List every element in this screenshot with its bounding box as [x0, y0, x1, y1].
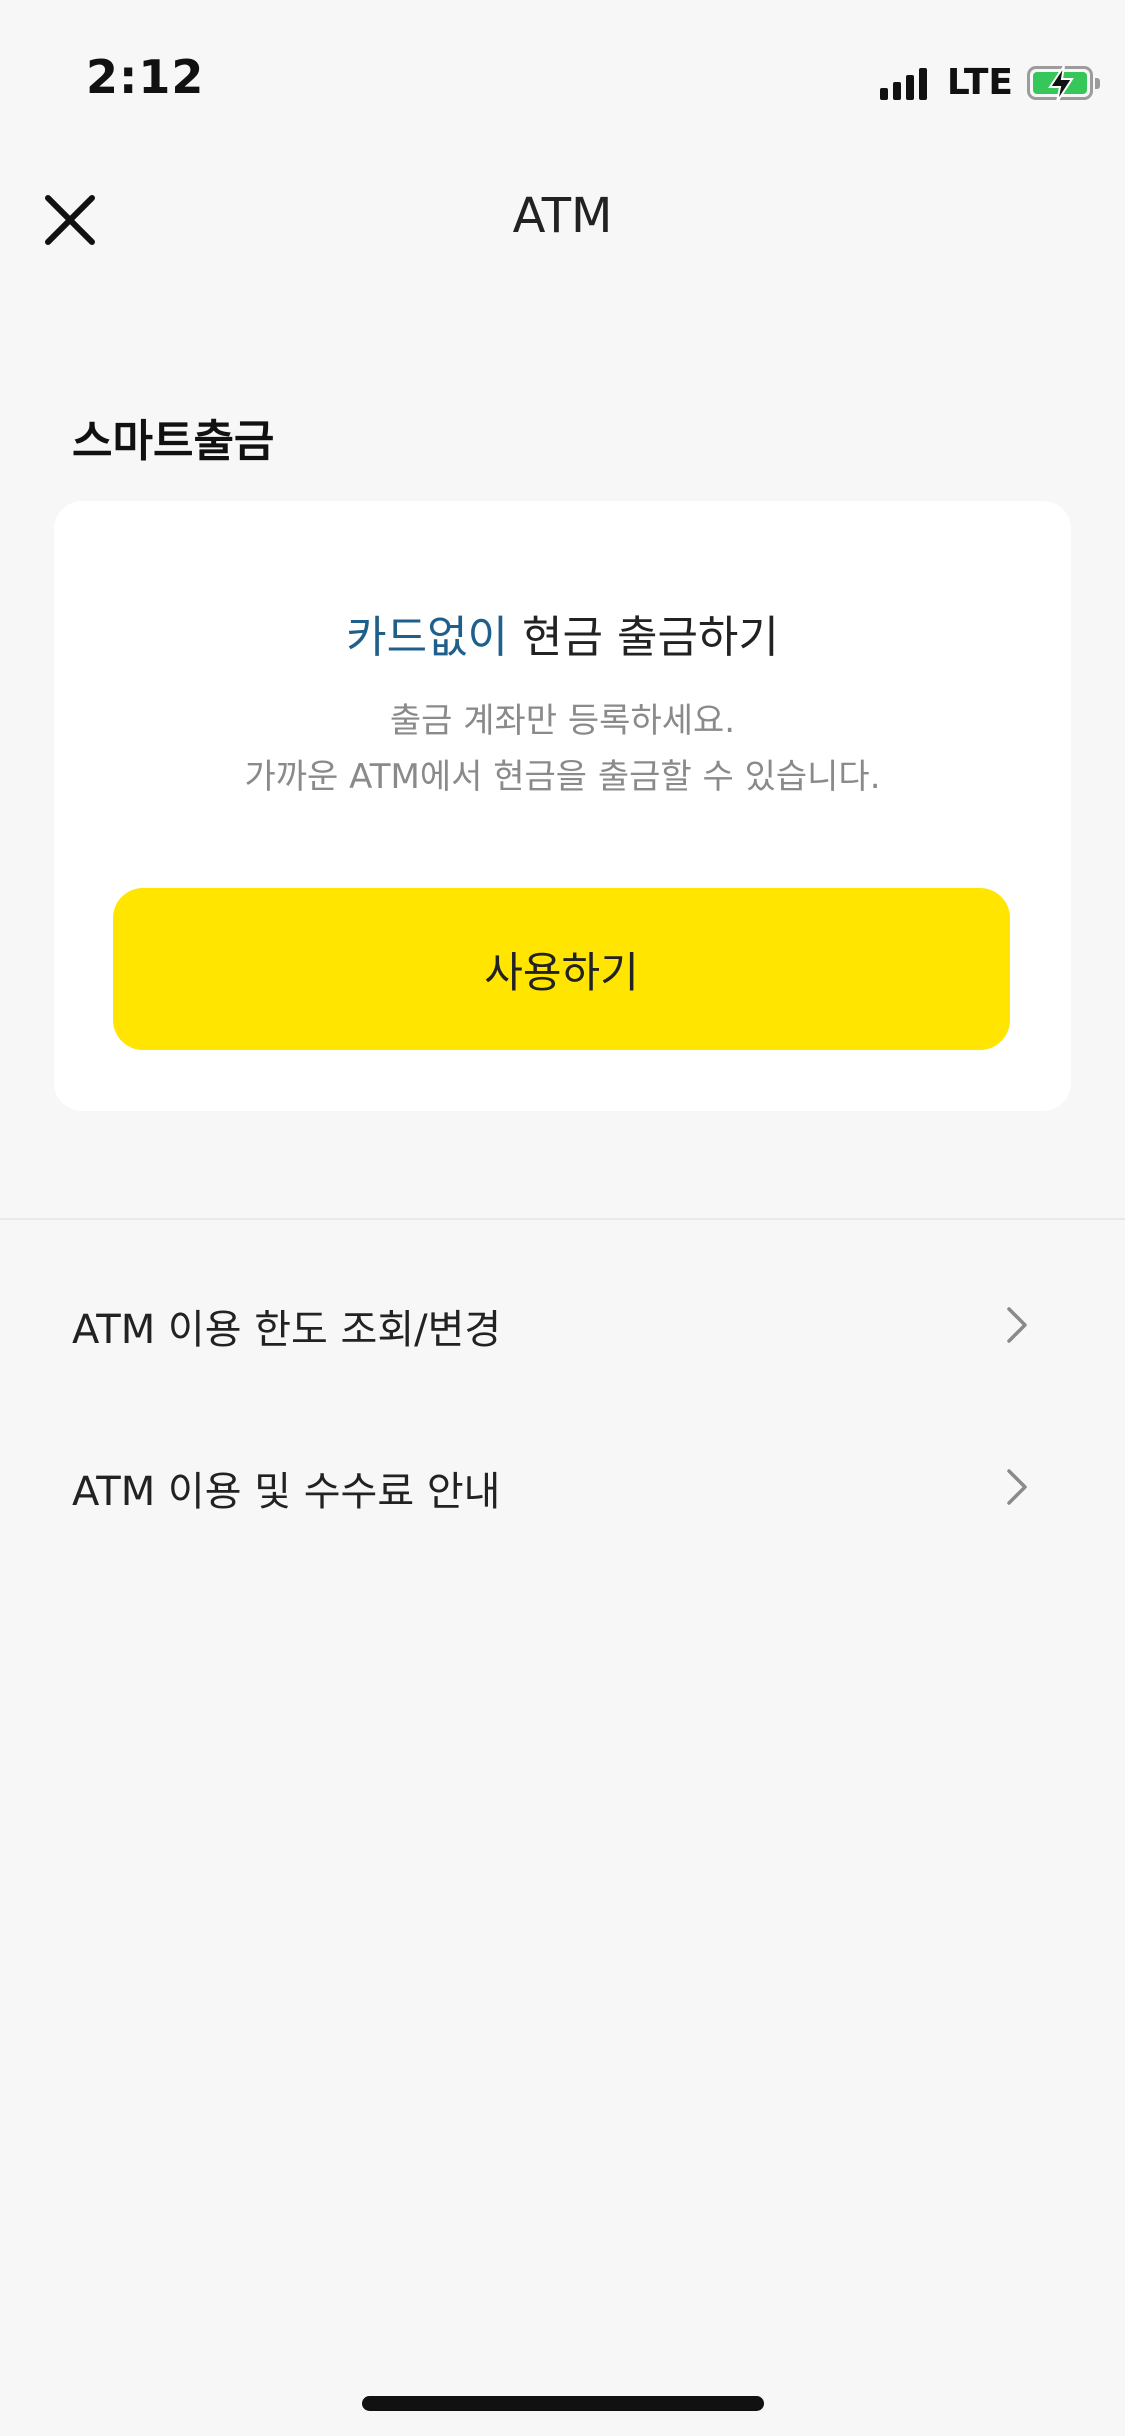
- headline-accent: 카드없이: [346, 612, 509, 663]
- chevron-right-icon: [1007, 1469, 1027, 1505]
- chevron-right-icon: [1007, 1307, 1027, 1343]
- status-indicators: LTE: [879, 62, 1100, 103]
- menu-item-label: ATM 이용 한도 조회/변경: [72, 1307, 502, 1353]
- nav-header: ATM: [0, 160, 1125, 270]
- section-divider: [0, 1218, 1125, 1220]
- home-indicator[interactable]: [362, 2396, 764, 2411]
- signal-icon: [879, 66, 927, 100]
- desc-line-1: 출금 계좌만 등록하세요.: [389, 701, 736, 741]
- card-headline: 카드없이 현금 출금하기: [54, 601, 1071, 665]
- desc-line-2: 가까운 ATM에서 현금을 출금할 수 있습니다.: [244, 757, 881, 797]
- headline-rest: 현금 출금하기: [508, 612, 779, 663]
- menu-item-atm-fee-info[interactable]: ATM 이용 및 수수료 안내: [0, 1421, 1125, 1551]
- smart-withdrawal-card: 카드없이 현금 출금하기 출금 계좌만 등록하세요. 가까운 ATM에서 현금을…: [54, 501, 1071, 1111]
- card-description: 출금 계좌만 등록하세요. 가까운 ATM에서 현금을 출금할 수 있습니다.: [54, 693, 1071, 805]
- battery-icon: [1027, 64, 1100, 103]
- network-type: LTE: [946, 62, 1013, 103]
- section-title: 스마트출금: [72, 416, 275, 467]
- menu-item-label: ATM 이용 및 수수료 안내: [72, 1469, 501, 1515]
- page-title: ATM: [512, 188, 613, 244]
- use-button[interactable]: 사용하기: [113, 888, 1010, 1050]
- status-time: 2:12: [86, 50, 205, 104]
- status-bar: 2:12 LTE: [0, 0, 1125, 150]
- menu-item-atm-limit[interactable]: ATM 이용 한도 조회/변경: [0, 1259, 1125, 1389]
